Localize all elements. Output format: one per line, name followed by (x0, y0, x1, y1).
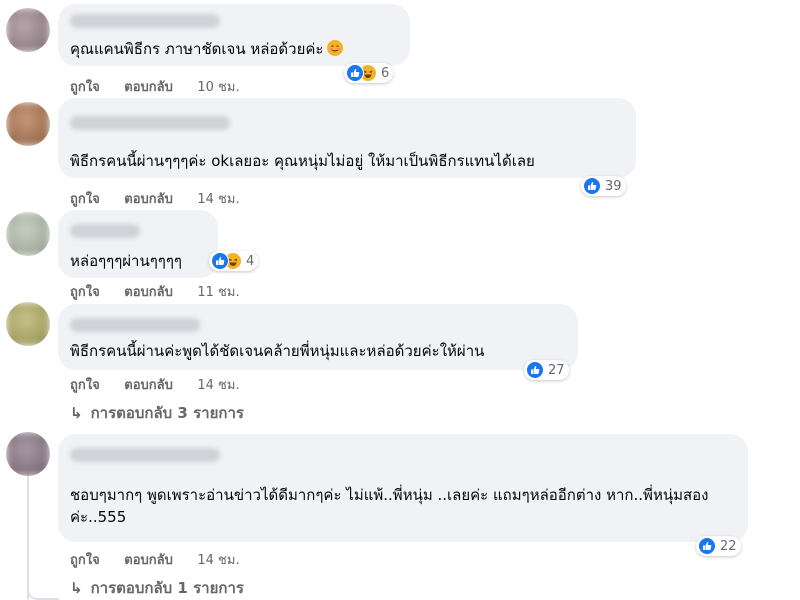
comment-text: คุณแคนพิธีกร ภาษาชัดเจน หล่อด้วยค่ะ (70, 40, 324, 58)
comment-bubble: พิธีกรคนนี้ผ่านๆๆๆค่ะ okเลยอะ คุณหนุ่มไม… (58, 98, 636, 178)
like-button[interactable]: ถูกใจ (70, 80, 100, 95)
commenter-name[interactable] (70, 224, 140, 238)
reaction-summary[interactable]: 6 (344, 63, 394, 83)
timestamp[interactable]: 11 ชม. (197, 285, 239, 300)
like-button[interactable]: ถูกใจ (70, 553, 100, 568)
comment-bubble: หล่อๆๆๆผ่านๆๆๆๆ (58, 210, 218, 278)
smiling-face-emoji-icon (327, 40, 344, 56)
avatar[interactable] (6, 8, 50, 52)
like-button[interactable]: ถูกใจ (70, 192, 100, 207)
reply-thread-connector (27, 586, 59, 600)
reaction-count: 6 (381, 65, 390, 81)
avatar[interactable] (6, 102, 50, 146)
reaction-count: 27 (548, 362, 565, 378)
replies-count-label: การตอบกลับ 3 รายการ (90, 404, 244, 422)
view-replies-link[interactable]: ↳ การตอบกลับ 1 รายการ (70, 576, 244, 600)
comment-text: พิธีกรคนนี้ผ่านๆๆๆค่ะ okเลยอะ คุณหนุ่มไม… (70, 152, 535, 170)
reaction-count: 39 (605, 178, 622, 194)
comment-text: หล่อๆๆๆผ่านๆๆๆๆ (70, 252, 182, 270)
reply-button[interactable]: ตอบกลับ (124, 285, 173, 300)
comment-bubble: ชอบๆมากๆ พูดเพราะอ่านข่าวได้ดีมากๆค่ะ ไม… (58, 434, 748, 542)
avatar[interactable] (6, 212, 50, 256)
like-icon (698, 537, 716, 555)
reaction-summary[interactable]: 22 (696, 536, 741, 556)
comment-text: ชอบๆมากๆ พูดเพราะอ่านข่าวได้ดีมากๆค่ะ ไม… (70, 486, 709, 526)
comment-bubble: คุณแคนพิธีกร ภาษาชัดเจน หล่อด้วยค่ะ (58, 4, 410, 66)
like-icon (211, 252, 229, 270)
reaction-count: 4 (246, 253, 255, 269)
comment-actions: ถูกใจ ตอบกลับ 14 ชม. (70, 374, 260, 395)
reply-button[interactable]: ตอบกลับ (124, 378, 173, 393)
comment-actions: ถูกใจ ตอบกลับ 14 ชม. (70, 188, 260, 209)
reaction-count: 22 (720, 538, 737, 554)
timestamp[interactable]: 14 ชม. (197, 378, 239, 393)
like-button[interactable]: ถูกใจ (70, 378, 100, 393)
avatar[interactable] (6, 302, 50, 346)
commenter-name[interactable] (70, 116, 230, 130)
like-icon (583, 177, 601, 195)
reply-button[interactable]: ตอบกลับ (124, 192, 173, 207)
commenter-name[interactable] (70, 14, 220, 28)
timestamp[interactable]: 14 ชม. (197, 192, 239, 207)
reaction-summary[interactable]: 39 (581, 176, 626, 196)
timestamp[interactable]: 10 ชม. (197, 80, 239, 95)
like-icon (346, 64, 364, 82)
reply-button[interactable]: ตอบกลับ (124, 553, 173, 568)
commenter-name[interactable] (70, 318, 200, 332)
reaction-summary[interactable]: 27 (524, 360, 569, 380)
avatar[interactable] (6, 432, 50, 476)
like-button[interactable]: ถูกใจ (70, 285, 100, 300)
commenter-name[interactable] (70, 448, 220, 462)
comment-bubble: พิธีกรคนนี้ผ่านค่ะพูดได้ชัดเจนคล้ายพี่หน… (58, 304, 578, 370)
reply-button[interactable]: ตอบกลับ (124, 80, 173, 95)
comment-text: พิธีกรคนนี้ผ่านค่ะพูดได้ชัดเจนคล้ายพี่หน… (70, 342, 485, 360)
reaction-summary[interactable]: 4 (209, 251, 259, 271)
reply-arrow-icon: ↳ (70, 579, 83, 597)
comment-actions: ถูกใจ ตอบกลับ 10 ชม. (70, 76, 260, 97)
replies-count-label: การตอบกลับ 1 รายการ (90, 579, 244, 597)
reply-arrow-icon: ↳ (70, 404, 83, 422)
like-icon (526, 361, 544, 379)
view-replies-link[interactable]: ↳ การตอบกลับ 3 รายการ (70, 401, 244, 425)
comment-actions: ถูกใจ ตอบกลับ 14 ชม. (70, 549, 260, 570)
comment-actions: ถูกใจ ตอบกลับ 11 ชม. (70, 281, 260, 302)
timestamp[interactable]: 14 ชม. (197, 553, 239, 568)
